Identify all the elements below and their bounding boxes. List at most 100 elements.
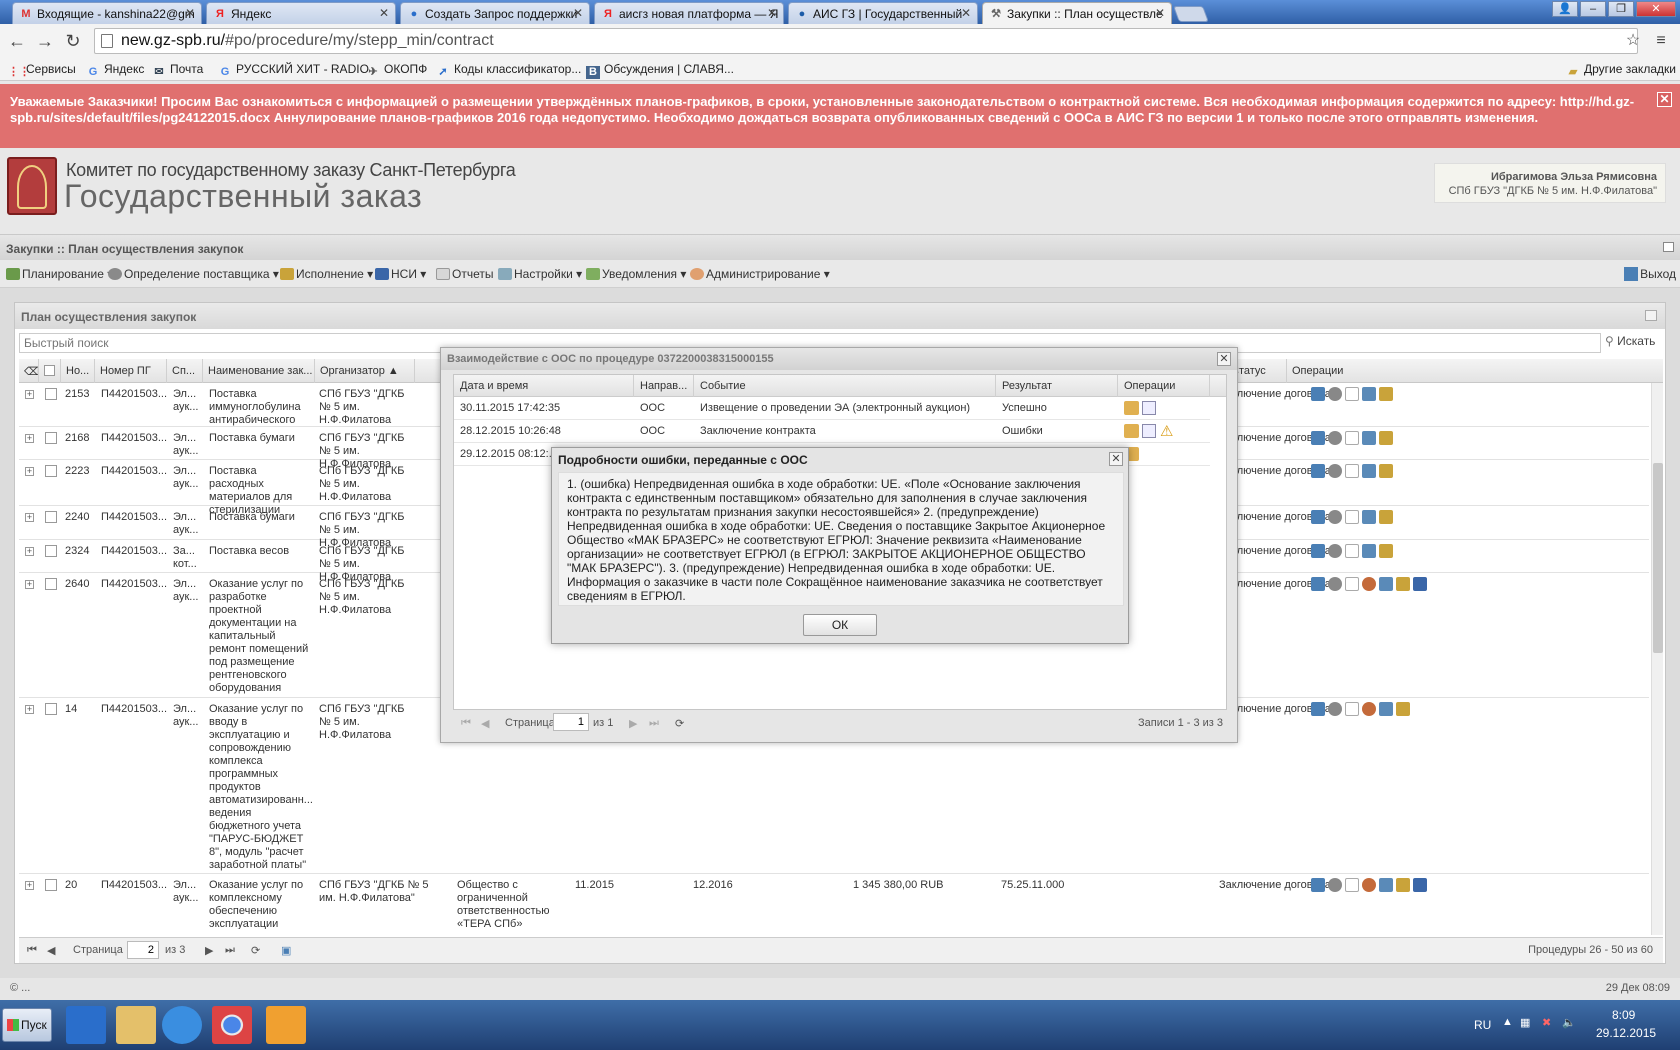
document-icon[interactable] [1345,702,1359,716]
stamp-icon[interactable] [1379,431,1393,445]
chrome-icon[interactable] [212,1006,252,1044]
stamp-icon[interactable] [1396,702,1410,716]
expand-icon[interactable]: + [25,467,34,476]
tab-ais-gz[interactable]: ● АИС ГЗ | Государственный ✕ [788,2,978,24]
close-tab-icon[interactable]: ✕ [573,6,583,20]
save-icon[interactable] [1362,510,1376,524]
row-checkbox[interactable] [45,545,57,557]
bookmark-okopf[interactable]: ✈ ОКОПФ [366,62,427,79]
row-checkbox[interactable] [45,578,57,590]
chart-icon[interactable] [1311,878,1325,892]
refresh-icon[interactable]: ⟳ [251,944,260,957]
close-tab-icon[interactable]: ✕ [185,6,195,20]
show-hidden-icons[interactable]: ▲ [1502,1016,1513,1028]
close-icon[interactable]: ✕ [1217,352,1231,366]
bookmark-yandex[interactable]: G Яндекс [86,62,145,79]
prev-page-icon[interactable]: ◀ [481,717,489,730]
document-icon[interactable] [1142,401,1156,415]
collapse-icon[interactable] [1663,242,1674,252]
stamp-icon[interactable] [1379,387,1393,401]
new-tab-button[interactable] [1173,6,1209,22]
expand-icon[interactable]: + [25,547,34,556]
column-method[interactable]: Сп... [167,359,203,383]
package-icon[interactable] [1124,401,1139,415]
tab-yandex-search[interactable]: Яаисгз новая платформа — Я ✕ [594,2,784,24]
expand-icon[interactable]: + [25,390,34,399]
next-page-icon[interactable]: ▶ [629,717,637,730]
warning-icon[interactable]: ⚠ [1160,422,1173,440]
bookmark-star-icon[interactable]: ☆ [1622,30,1644,52]
warning-icon[interactable]: ✖ [1542,1016,1551,1029]
bookmark-discussions[interactable]: B Обсуждения | СЛАВЯ... [586,62,734,79]
close-tab-icon[interactable]: ✕ [767,6,777,20]
table-row[interactable]: 30.11.2015 17:42:35 ООС Извещение о пров… [454,397,1210,420]
scrollbar-thumb[interactable] [1653,463,1663,653]
back-arrow-icon[interactable]: ← [6,30,28,52]
table-row[interactable]: + 20 П44201503... Эл... аук... Оказание … [19,874,1649,935]
row-checkbox[interactable] [45,465,57,477]
stamp-icon[interactable] [1379,464,1393,478]
first-page-icon[interactable]: ⏮ [27,944,37,957]
package-icon[interactable] [1124,424,1139,438]
menu-reports[interactable]: Отчеты [436,267,493,281]
bookmark-radio[interactable]: G РУССКИЙ ХИТ - RADIO [218,62,369,79]
table-row[interactable]: 28.12.2015 10:26:48 ООС Заключение контр… [454,420,1210,443]
menu-supplier[interactable]: Определение поставщика ▾ [108,267,279,281]
save-icon[interactable] [1362,431,1376,445]
start-button[interactable]: Пуск [2,1008,52,1042]
stamp-icon[interactable] [1379,510,1393,524]
expand-icon[interactable]: + [25,513,34,522]
column-event[interactable]: Событие [694,375,996,397]
bookmark-mail[interactable]: ✉ Почта [152,62,203,79]
stamp-icon[interactable] [1379,544,1393,558]
menu-icon[interactable]: ≡ [1650,30,1672,52]
books-icon[interactable] [1413,577,1427,591]
bookmark-services[interactable]: ⋮⋮Сервисы [8,62,76,79]
user-info[interactable]: Ибрагимова Эльза Рямисовна СПб ГБУЗ "ДГК… [1434,163,1666,203]
stamp-icon[interactable] [1396,878,1410,892]
emblem-icon[interactable] [1362,702,1376,716]
column-datetime[interactable]: Дата и время [454,375,634,397]
first-page-icon[interactable]: ⏮ [461,717,471,730]
gear-icon[interactable] [1328,544,1342,558]
tab-yandex[interactable]: Я Яндекс ✕ [206,2,396,24]
reload-icon[interactable]: ↻ [62,30,84,52]
menu-administration[interactable]: Администрирование ▾ [690,267,830,281]
tab-gmail[interactable]: M Входящие - kanshina22@gm ✕ [12,2,202,24]
save-icon[interactable]: ▣ [281,944,291,957]
document-icon[interactable] [1142,424,1156,438]
outlook-icon[interactable] [266,1006,306,1044]
gear-icon[interactable] [1328,431,1342,445]
last-page-icon[interactable]: ⏭ [225,944,235,957]
expand-icon[interactable]: + [25,705,34,714]
row-checkbox[interactable] [45,879,57,891]
document-icon[interactable] [1345,510,1359,524]
exit-button[interactable]: Выход [1624,267,1676,281]
expand-icon[interactable]: + [25,881,34,890]
row-checkbox[interactable] [45,388,57,400]
column-pg-number[interactable]: Номер ПГ [95,359,167,383]
column-number[interactable]: Но... [61,359,95,383]
chart-icon[interactable] [1311,577,1325,591]
vertical-scrollbar[interactable] [1651,383,1663,935]
volume-icon[interactable]: 🔈 [1562,1016,1576,1029]
emblem-icon[interactable] [1362,577,1376,591]
explorer-folder-icon[interactable] [116,1006,156,1044]
filter-clear-icon[interactable]: ⌫ [19,359,39,383]
gear-icon[interactable] [1328,878,1342,892]
save-icon[interactable] [1362,387,1376,401]
column-result[interactable]: Результат [996,375,1118,397]
expand-icon[interactable]: + [25,434,34,443]
last-page-icon[interactable]: ⏭ [649,717,659,730]
stamp-icon[interactable] [1396,577,1410,591]
forward-arrow-icon[interactable]: → [34,30,56,52]
save-icon[interactable] [1362,544,1376,558]
gear-icon[interactable] [1328,577,1342,591]
select-all-checkbox[interactable] [39,359,61,383]
minimize-button[interactable]: – [1580,1,1606,17]
save-icon[interactable] [1362,464,1376,478]
document-icon[interactable] [1345,387,1359,401]
menu-settings[interactable]: Настройки ▾ [498,267,582,281]
close-tab-icon[interactable]: ✕ [379,6,389,20]
row-checkbox[interactable] [45,511,57,523]
